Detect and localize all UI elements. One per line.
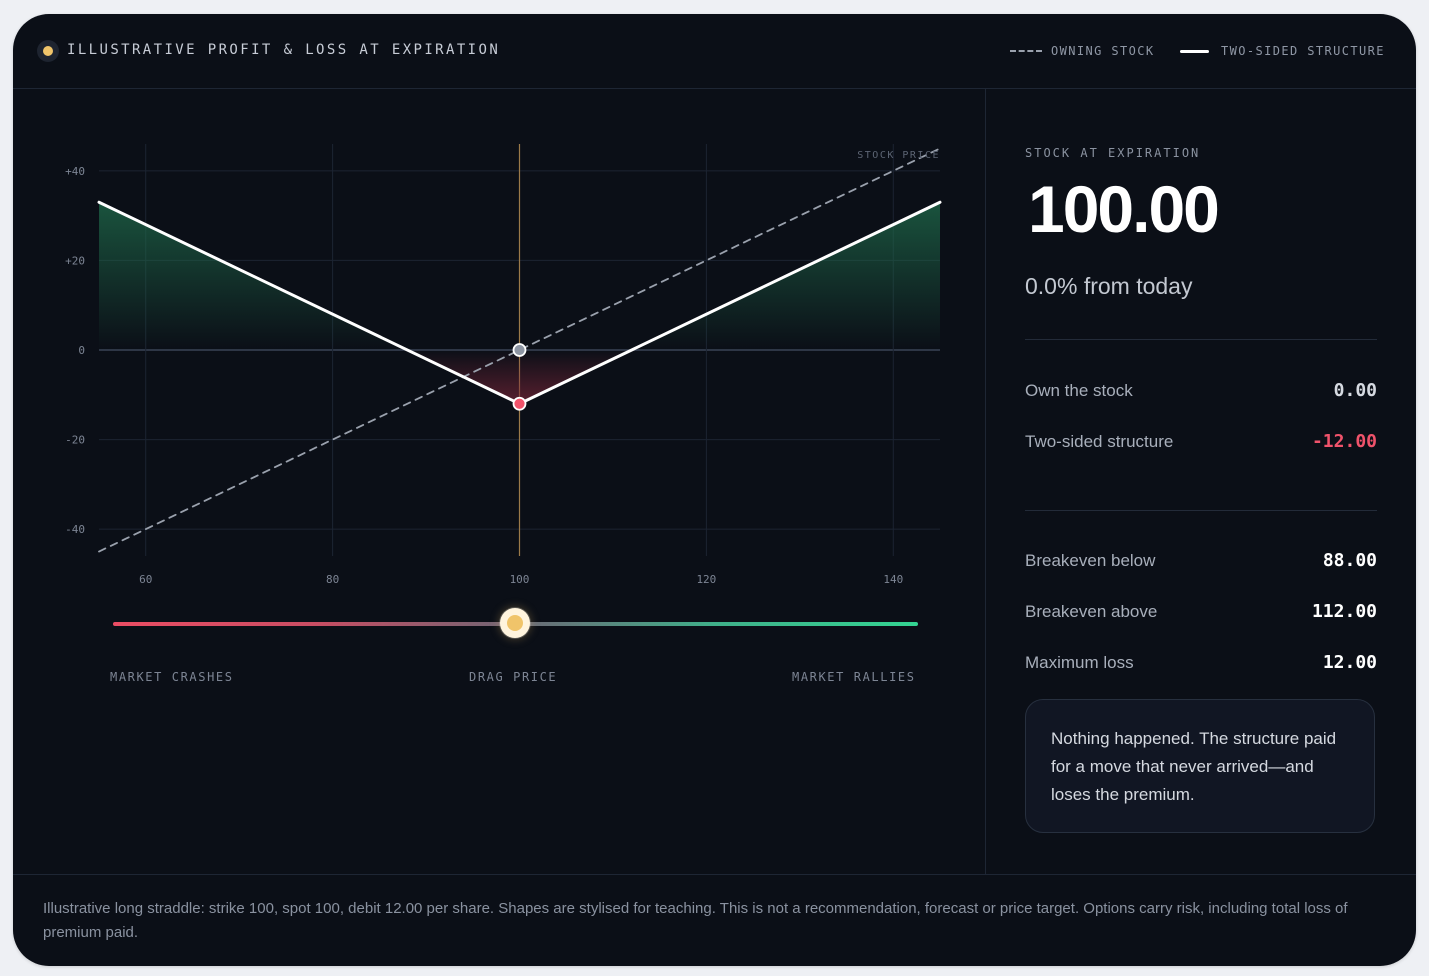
stock-at-expiration-label: STOCK AT EXPIRATION [1025,146,1201,160]
dashed-line-legend-icon [1010,50,1042,52]
status-dot-icon [37,40,59,62]
slider-label-drag: DRAG PRICE [469,670,558,684]
x-tick-label: 120 [696,573,716,586]
row-value-max-loss: 12.00 [1322,652,1377,673]
disclaimer-footer: Illustrative long straddle: strike 100, … [13,874,1416,966]
slider-label-crashes: MARKET CRASHES [110,670,234,684]
solid-line-legend-icon [1180,50,1209,53]
disclaimer-text: Illustrative long straddle: strike 100, … [43,900,1348,941]
row-label-breakeven-above: Breakeven above [1025,602,1158,621]
x-tick-label: 100 [510,573,530,586]
stock-marker [512,343,527,357]
separator [1025,510,1377,511]
summary-panel: STOCK AT EXPIRATION 100.00 0.0% from tod… [986,89,1416,874]
card-title: ILLUSTRATIVE PROFIT & LOSS AT EXPIRATION [67,42,501,58]
row-label-two-sided: Two-sided structure [1025,432,1174,451]
chart-panel: +40 +20 0 -20 -40 60 80 100 120 140 STOCK PRICE MA… [13,89,985,874]
x-tick-label: 60 [139,573,152,586]
structure-marker [512,396,527,411]
row-value-breakeven-below: 88.00 [1322,550,1377,571]
explanation-note: Nothing happened. The structure paid for… [1025,699,1375,833]
pnl-card: ILLUSTRATIVE PROFIT & LOSS AT EXPIRATION… [13,14,1416,966]
y-tick-label: +40 [65,165,85,178]
legend-two-sided-structure: TWO-SIDED STRUCTURE [1221,44,1385,58]
expiration-price: 100.00 [1028,172,1220,246]
y-tick-label: +20 [65,254,85,267]
price-change: 0.0% from today [1025,273,1193,299]
price-slider-thumb[interactable] [500,608,530,638]
row-label-breakeven-below: Breakeven below [1025,551,1156,570]
y-tick-label: -20 [65,434,85,447]
row-value-two-sided: -12.00 [1311,431,1377,452]
card-header: ILLUSTRATIVE PROFIT & LOSS AT EXPIRATION… [13,14,1416,89]
row-value-breakeven-above: 112.00 [1311,601,1377,622]
separator [1025,339,1377,340]
slider-label-rallies: MARKET RALLIES [792,670,916,684]
stock-price-annotation: STOCK PRICE [857,150,940,161]
explanation-text: Nothing happened. The structure paid for… [1051,729,1337,804]
row-value-own-stock: 0.00 [1333,380,1377,401]
legend-owning-stock: OWNING STOCK [1051,44,1155,58]
y-tick-label: -40 [65,523,85,536]
y-tick-label: 0 [78,344,85,357]
pnl-chart: +40 +20 0 -20 -40 60 80 100 120 140 STOCK PRICE [65,144,942,586]
x-tick-label: 140 [883,573,903,586]
row-label-own-stock: Own the stock [1025,381,1133,400]
x-tick-label: 80 [326,573,339,586]
row-label-max-loss: Maximum loss [1025,653,1134,672]
